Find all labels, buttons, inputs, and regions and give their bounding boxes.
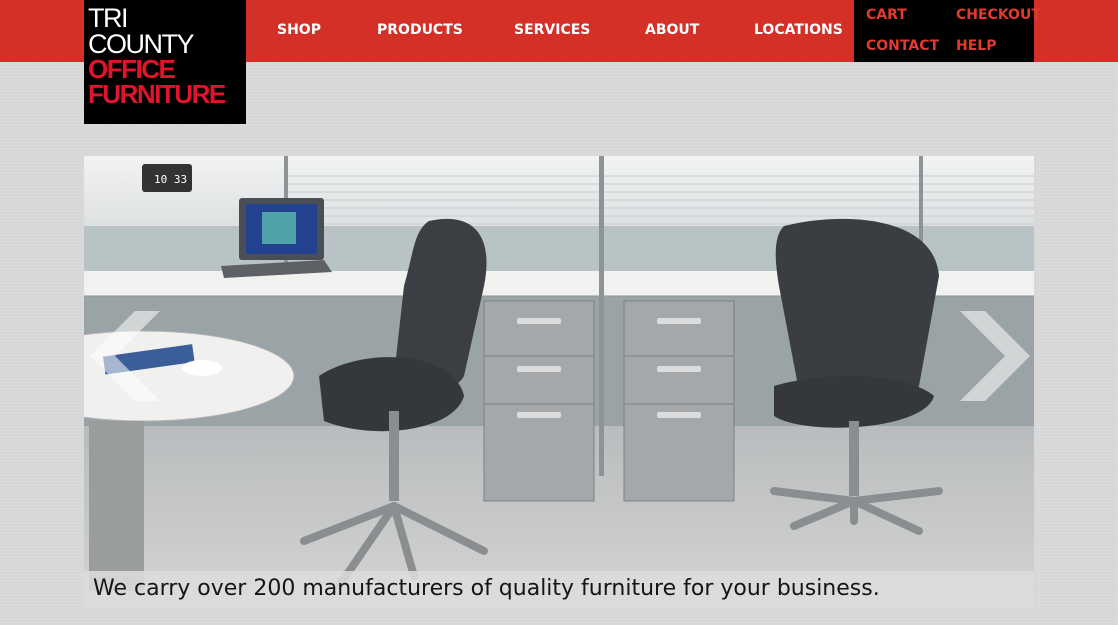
slideshow-next-button[interactable]: [960, 311, 1030, 401]
nav-shop[interactable]: SHOP: [277, 22, 321, 38]
nav-locations[interactable]: LOCATIONS: [754, 22, 843, 38]
help-link[interactable]: HELP: [956, 38, 996, 54]
nav-about[interactable]: ABOUT: [645, 22, 699, 38]
utility-nav: CART CHECKOUT CONTACT HELP: [854, 0, 1041, 62]
slideshow-prev-button[interactable]: [90, 311, 160, 401]
hero-office-image: 10 33: [84, 156, 1034, 609]
site-logo[interactable]: TRI COUNTY OFFICE FURNITURE: [84, 0, 246, 124]
clock-display: 10 33: [154, 173, 187, 186]
contact-link[interactable]: CONTACT: [866, 38, 939, 54]
hero-caption: We carry over 200 manufacturers of quali…: [93, 576, 880, 601]
hero-slideshow: 10 33 We carry over 200 manufacturers of…: [84, 156, 1034, 609]
logo-line-tri: TRI: [88, 3, 129, 33]
checkout-link[interactable]: CHECKOUT: [956, 7, 1041, 23]
hero-caption-bar: We carry over 200 manufacturers of quali…: [84, 571, 1034, 609]
chevron-right-icon: [960, 311, 1030, 401]
nav-services[interactable]: SERVICES: [514, 22, 590, 38]
cart-link[interactable]: CART: [866, 7, 907, 23]
chevron-left-icon: [90, 311, 160, 401]
nav-products[interactable]: PRODUCTS: [377, 22, 463, 38]
logo-line-furniture: FURNITURE: [88, 78, 226, 109]
